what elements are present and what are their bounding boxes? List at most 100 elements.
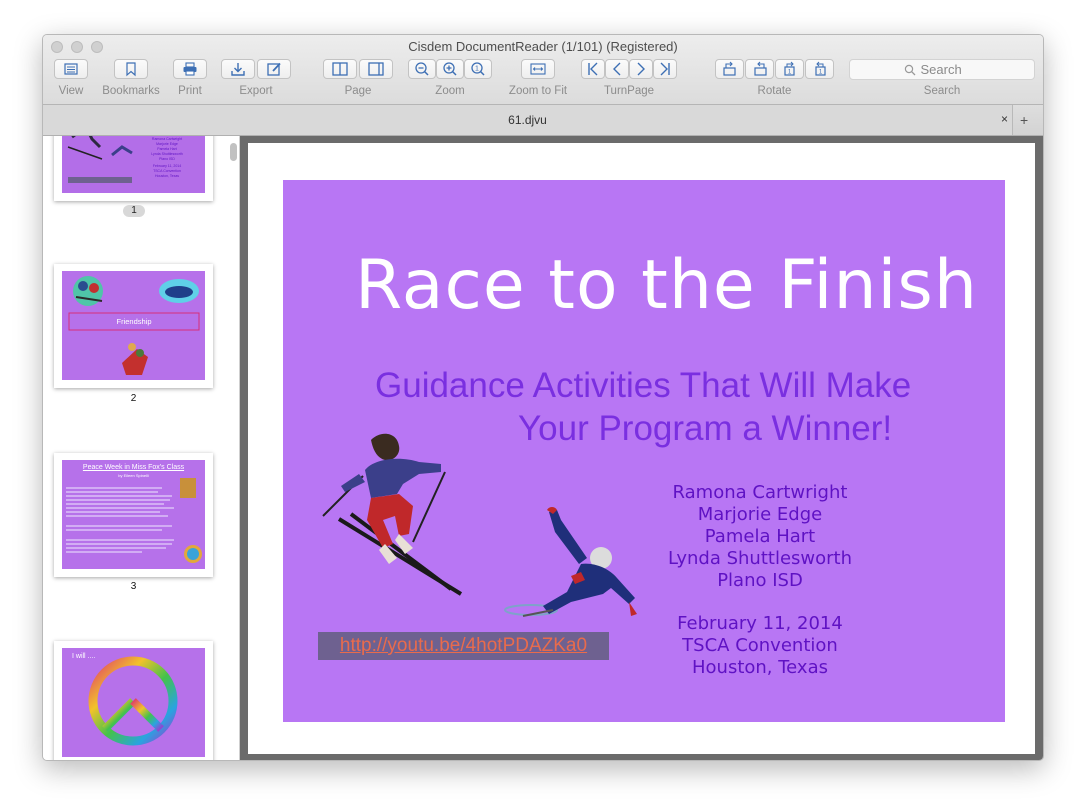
zoom-to-fit-label: Zoom to Fit: [508, 85, 568, 97]
single-page-icon: [368, 62, 384, 76]
presenter-name: Pamela Hart: [704, 526, 816, 547]
slide-subtitle-line-1: Guidance Activities That Will Make: [375, 366, 912, 405]
speed-skater-image: [504, 507, 637, 617]
printer-icon: [183, 62, 197, 76]
bookmarks-button[interactable]: [114, 59, 148, 79]
export-label: Export: [239, 85, 273, 97]
skier-image: [322, 433, 463, 596]
tab-label: 61.djvu: [508, 113, 547, 127]
slide-location: Houston, Texas: [691, 657, 828, 678]
rotate-left-button[interactable]: [715, 59, 744, 79]
slide-date: February 11, 2014: [677, 613, 843, 634]
export-edit-button[interactable]: [257, 59, 291, 79]
document-viewer[interactable]: Race to the Finish Guidance Activities T…: [240, 136, 1043, 760]
rotate-label: Rotate: [757, 85, 792, 97]
slide-video-link[interactable]: http://youtu.be/4hotPDAZKa0: [318, 632, 609, 660]
thumbnail-page-number-2: 2: [130, 393, 137, 404]
bookmarks-label: Bookmarks: [102, 85, 160, 97]
next-page-button[interactable]: [629, 59, 653, 79]
chevron-right-icon: [637, 62, 645, 76]
first-page-icon: [588, 62, 598, 76]
view-icon: [64, 63, 78, 75]
last-page-button[interactable]: [653, 59, 677, 79]
presenter-org: Plano ISD: [717, 570, 803, 591]
previous-page-button[interactable]: [605, 59, 629, 79]
rotate-right-button[interactable]: [745, 59, 774, 79]
thumbnail-page-1[interactable]: Ramona Cartwright Marjorie Edge Pamela H…: [54, 136, 213, 201]
slide-subtitle-line-2: Your Program a Winner!: [518, 409, 893, 448]
search-label: Search: [923, 85, 961, 97]
rotate-left-icon: [722, 61, 736, 76]
thumbnail-page-2[interactable]: Friendship: [54, 264, 213, 388]
zoom-out-icon: [415, 62, 429, 76]
thumbnail-page-3[interactable]: Peace Week in Miss Fox's Class by Eileen…: [54, 453, 213, 577]
thumbnail-1-text: Ramona Cartwright Marjorie Edge Pamela H…: [151, 137, 183, 178]
zoom-in-button[interactable]: [436, 59, 464, 79]
rotate-page-right-icon: 1: [814, 61, 826, 76]
download-icon: [231, 63, 245, 76]
thumbnail-4-text: I will ....: [72, 653, 96, 660]
rotate-right-icon: [753, 61, 767, 76]
rotate-page-left-button[interactable]: 1: [775, 59, 804, 79]
slide-event: TSCA Convention: [682, 635, 838, 656]
toolbar-zoom-to-fit: Zoom to Fit: [506, 57, 570, 105]
thumbnail-slide-2: Friendship: [62, 271, 205, 380]
rotate-page-left-icon: 1: [783, 61, 795, 76]
last-page-icon: [660, 62, 670, 76]
tab-bar: 61.djvu × +: [43, 105, 1043, 136]
print-button[interactable]: [173, 59, 207, 79]
two-page-icon: [332, 62, 348, 76]
thumbnail-page-number-3: 3: [130, 581, 137, 592]
thumbnail-2-text: Friendship: [116, 317, 152, 326]
fit-width-icon: [530, 63, 546, 75]
first-page-button[interactable]: [581, 59, 605, 79]
toolbar-export: Export: [221, 57, 291, 105]
view-button[interactable]: [54, 59, 88, 79]
zoom-in-icon: [443, 62, 457, 76]
export-download-button[interactable]: [221, 59, 255, 79]
svg-text:1: 1: [475, 66, 479, 73]
slide-title: Race to the Finish: [355, 246, 978, 325]
rotate-page-right-button[interactable]: 1: [805, 59, 834, 79]
tab-close-icon[interactable]: ×: [1001, 112, 1008, 126]
turnpage-label: TurnPage: [603, 85, 655, 97]
actual-size-icon: 1: [471, 62, 485, 76]
add-tab-button[interactable]: +: [1020, 112, 1028, 128]
thumbnail-slide-1: Ramona Cartwright Marjorie Edge Pamela H…: [62, 136, 205, 193]
bookmark-icon: [126, 62, 136, 77]
search-input[interactable]: [920, 62, 981, 77]
zoom-label: Zoom: [435, 85, 465, 97]
title-bar: Cisdem DocumentReader (1/101) (Registere…: [43, 35, 1043, 105]
tab-document[interactable]: 61.djvu ×: [43, 105, 1013, 135]
zoom-out-button[interactable]: [408, 59, 436, 79]
thumbnail-slide-4: I will ....: [62, 648, 205, 757]
document-page: Race to the Finish Guidance Activities T…: [248, 143, 1035, 754]
thumbnail-page-4[interactable]: I will ....: [54, 641, 213, 760]
thumbnail-sidebar[interactable]: Ramona Cartwright Marjorie Edge Pamela H…: [43, 136, 240, 760]
peace-sign-thumbnail-image: [88, 656, 178, 746]
toolbar-bookmarks: Bookmarks: [101, 57, 161, 105]
toolbar-page: Page: [322, 57, 394, 105]
toolbar-print: Print: [172, 57, 208, 105]
slide-presenters: Ramona Cartwright Marjorie Edge Pamela H…: [653, 482, 867, 679]
thumbnail-page-number-1: 1: [123, 205, 145, 217]
presenter-name: Marjorie Edge: [697, 504, 823, 525]
toolbar-search: Search: [849, 57, 1035, 105]
sidebar-scrollbar[interactable]: [230, 143, 237, 161]
zoom-to-fit-button[interactable]: [521, 59, 555, 79]
search-icon: [904, 64, 915, 75]
two-page-button[interactable]: [323, 59, 357, 79]
chevron-left-icon: [613, 62, 621, 76]
edit-icon: [267, 62, 281, 76]
presenter-name: Lynda Shuttlesworth: [667, 548, 853, 569]
search-box[interactable]: [849, 59, 1035, 80]
single-page-button[interactable]: [359, 59, 393, 79]
presenter-name: Ramona Cartwright: [672, 482, 848, 503]
toolbar-turnpage: TurnPage: [579, 57, 679, 105]
view-label: View: [58, 85, 84, 97]
toolbar-view: View: [53, 57, 89, 105]
actual-size-button[interactable]: 1: [464, 59, 492, 79]
window-title: Cisdem DocumentReader (1/101) (Registere…: [408, 39, 678, 54]
toolbar-rotate: 1 1 Rotate: [713, 57, 836, 105]
thumbnail-3-title: Peace Week in Miss Fox's Class: [82, 464, 185, 471]
